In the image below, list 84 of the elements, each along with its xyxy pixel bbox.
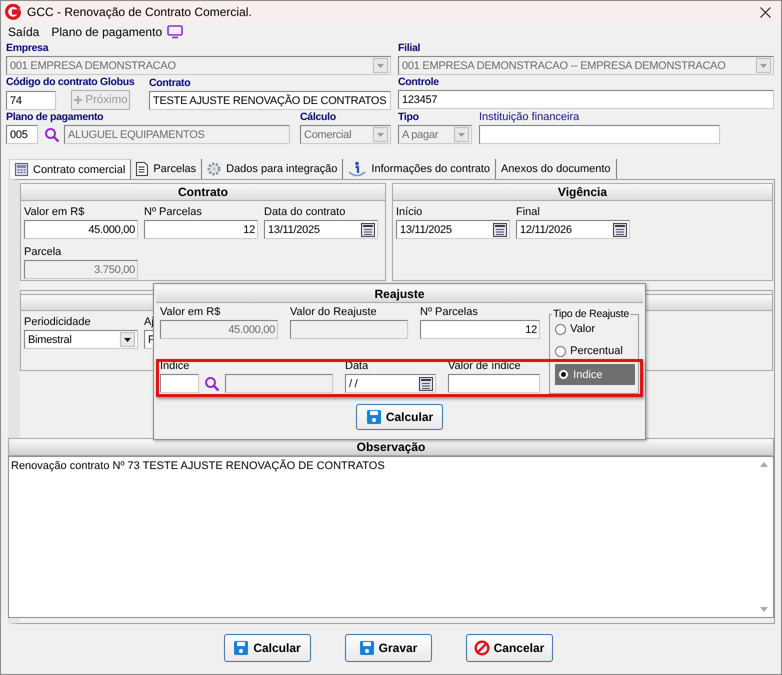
search-icon[interactable]: [44, 126, 60, 142]
input-field[interactable]: [448, 374, 540, 393]
field-label: Data: [345, 360, 370, 374]
search-icon[interactable]: [204, 376, 220, 392]
dialog-title: Reajuste: [156, 286, 643, 303]
input-field[interactable]: 123457: [398, 90, 774, 109]
calculate-button[interactable]: Calcular: [356, 404, 443, 430]
calendar-icon[interactable]: [493, 222, 507, 236]
document-icon: [136, 162, 148, 176]
menu-item[interactable]: Plano de pagamento: [51, 25, 162, 39]
field-label: Nº Parcelas: [144, 206, 203, 220]
field-label: Nº Parcelas: [420, 306, 479, 320]
scroll-down-icon[interactable]: [760, 607, 768, 612]
action-button[interactable]: Cancelar: [466, 634, 552, 662]
radio-button[interactable]: [555, 324, 566, 334]
input-field[interactable]: 13/11/2025: [264, 220, 378, 239]
field-label: Plano de pagamento: [6, 111, 104, 125]
field-label: Aj: [144, 316, 155, 330]
logo-icon: [5, 4, 21, 20]
field-label: Cálculo: [300, 111, 337, 125]
field-label: Controle: [398, 76, 440, 90]
input-field[interactable]: [479, 125, 720, 144]
input-field[interactable]: TESTE AJUSTE RENOVAÇÃO DE CONTRATOS: [149, 91, 391, 110]
input-field[interactable]: 45.000,00: [24, 220, 138, 239]
combo-box[interactable]: Bimestral: [24, 330, 138, 349]
field-label: Início: [396, 206, 424, 220]
field-label: Valor em R$: [24, 206, 86, 220]
input-field[interactable]: 74: [6, 91, 56, 110]
close-icon[interactable]: [760, 6, 771, 18]
input-field[interactable]: [225, 374, 333, 393]
input-field[interactable]: [290, 320, 408, 339]
calendar-icon[interactable]: [613, 222, 627, 236]
scroll-up-icon[interactable]: [760, 462, 768, 467]
field-label: Periodicidade: [24, 316, 92, 330]
action-button[interactable]: Gravar: [344, 634, 432, 662]
section-title: Observação: [8, 438, 774, 456]
save-icon: [366, 409, 382, 425]
input-field[interactable]: 12: [420, 320, 540, 339]
plus-icon: [73, 95, 84, 105]
field-label: Valor do Reajuste: [290, 306, 378, 320]
save-icon: [358, 640, 375, 656]
gear-icon: [207, 162, 222, 176]
radio-button[interactable]: [558, 369, 570, 380]
caret-icon[interactable]: [120, 332, 135, 347]
input-field[interactable]: 12/11/2026: [516, 220, 630, 239]
input-field[interactable]: / /: [345, 374, 436, 393]
field-label: Filial: [398, 42, 422, 56]
group-title: Contrato: [21, 184, 385, 201]
field-label: Código do contrato Globus: [6, 76, 136, 90]
input-field[interactable]: 12: [144, 220, 258, 239]
input-field[interactable]: [160, 374, 199, 393]
window-title: GCC - Renovação de Contrato Comercial.: [27, 5, 253, 19]
input-field[interactable]: 13/11/2025: [396, 220, 510, 239]
radio-option[interactable]: Valor: [555, 320, 638, 338]
field-label: Valor de índice: [448, 360, 522, 374]
field-label: Data do contrato: [264, 206, 346, 220]
text-area[interactable]: Renovação contrato Nº 73 TESTE AJUSTE RENOVAÇÃO DE CONTRATOS: [8, 456, 774, 618]
radio-button[interactable]: [555, 346, 566, 356]
field-label: Indice: [160, 360, 190, 374]
radio-option[interactable]: Percentual: [555, 342, 638, 360]
group-title: Vigência: [393, 184, 772, 201]
field-label: Parcela: [24, 246, 62, 260]
calculator-icon: [15, 163, 28, 176]
field-label: Final: [516, 206, 541, 220]
monitor-icon[interactable]: [167, 25, 184, 39]
field-label: Empresa: [6, 42, 50, 56]
action-button[interactable]: Calcular: [224, 634, 310, 662]
calendar-icon[interactable]: [419, 376, 433, 390]
cancel-icon: [474, 640, 490, 656]
input-field[interactable]: 45.000,00: [160, 320, 278, 339]
input-field[interactable]: ALUGUEL EQUIPAMENTOS: [64, 125, 290, 144]
calendar-icon[interactable]: [361, 222, 375, 236]
menu-item[interactable]: Saída: [8, 25, 40, 39]
field-label: Instituição financeira: [479, 111, 580, 125]
input-field[interactable]: 005: [6, 125, 38, 144]
info-icon: [348, 161, 366, 177]
radio-option[interactable]: Indice: [555, 364, 636, 385]
input-field[interactable]: 3.750,00: [24, 260, 138, 279]
save-icon: [233, 640, 250, 656]
field-label: Valor em R$: [160, 306, 222, 320]
tab[interactable]: Contrato comercial: [9, 159, 132, 179]
group-title: Tipo de Reajuste: [552, 308, 630, 320]
field-label: Tipo: [398, 111, 420, 125]
field-label: Contrato: [149, 77, 192, 91]
